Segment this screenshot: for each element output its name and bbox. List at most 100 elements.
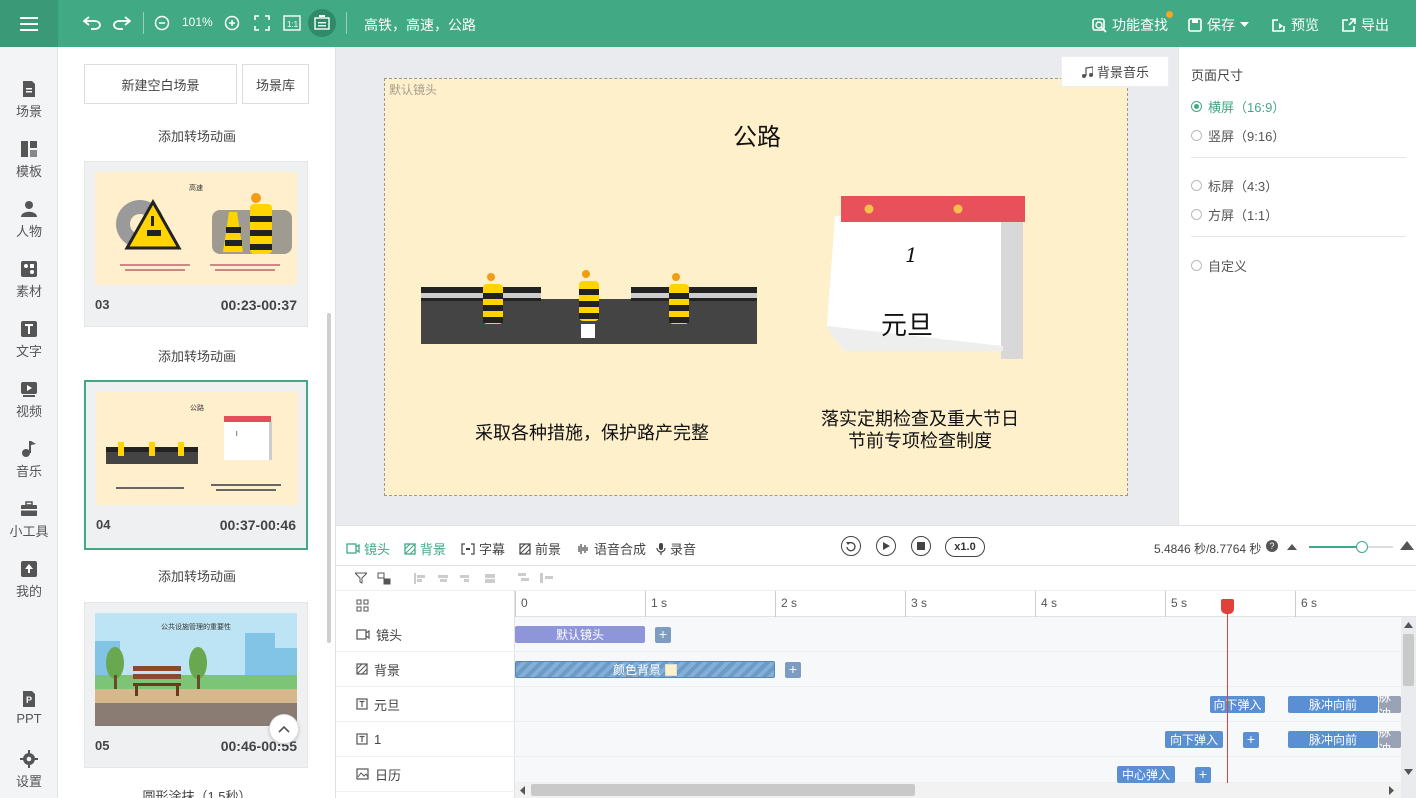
menu-button[interactable] xyxy=(0,0,58,47)
add-transition-link[interactable]: 添加转场动画 xyxy=(58,346,336,365)
scene-card[interactable]: 高速 03 00:23-00:37 xyxy=(84,161,308,327)
nav-tools[interactable]: 小工具 xyxy=(0,500,58,540)
zoom-slider[interactable] xyxy=(1309,546,1393,548)
fit-screen-icon[interactable] xyxy=(252,13,272,33)
scroll-up-icon[interactable] xyxy=(1404,622,1413,628)
scene-panel-scrollbar[interactable] xyxy=(327,313,331,643)
option-landscape[interactable]: 横屏（16:9） xyxy=(1191,97,1285,116)
nav-text[interactable]: 文字 xyxy=(0,320,58,360)
animation-clip[interactable]: 向下弹入 xyxy=(1210,696,1265,713)
subtitle-toggle-icon[interactable] xyxy=(308,9,336,37)
zoom-in-icon[interactable] xyxy=(222,13,242,33)
scroll-top-button[interactable] xyxy=(269,714,299,744)
upload-icon xyxy=(21,561,37,577)
track-label-calendar[interactable]: 日历 xyxy=(336,757,515,792)
new-blank-scene-button[interactable]: 新建空白场景 xyxy=(84,64,237,104)
stop-button[interactable] xyxy=(911,536,931,556)
scroll-right-icon[interactable] xyxy=(1389,786,1395,795)
option-square[interactable]: 方屏（1:1） xyxy=(1191,205,1278,224)
replay-button[interactable] xyxy=(841,536,861,556)
add-background-button[interactable]: + xyxy=(785,662,801,678)
timeline-ruler[interactable]: 0 1 s 2 s 3 s 4 s 5 s 6 s xyxy=(515,591,1416,617)
track-label-camera[interactable]: 镜头 xyxy=(336,617,515,652)
page-size-heading: 页面尺寸 xyxy=(1191,68,1244,83)
zoom-out-mountain-icon[interactable] xyxy=(1287,542,1297,550)
filter-icon[interactable] xyxy=(355,572,367,584)
play-button[interactable] xyxy=(876,536,896,556)
option-standard[interactable]: 标屏（4:3） xyxy=(1191,176,1278,195)
scene-card[interactable]: 公共设施管理的重要性 05 00:46-00:55 xyxy=(84,602,308,768)
undo-icon[interactable] xyxy=(82,13,102,33)
zoom-in-mountain-icon[interactable] xyxy=(1400,539,1414,550)
track-label-yuandan[interactable]: 元旦 xyxy=(336,687,515,722)
preview-button[interactable]: 预览 xyxy=(1271,15,1319,35)
redo-icon[interactable] xyxy=(112,13,132,33)
vertical-scrollbar[interactable] xyxy=(1403,634,1414,686)
scene-canvas[interactable]: 默认镜头 公路 1 元旦 采取各种措施，保护路产完整 落实定期检查及重大节日 节… xyxy=(384,78,1128,496)
export-icon xyxy=(1342,17,1356,32)
calendar-holiday[interactable]: 元旦 xyxy=(881,305,933,342)
add-camera-button[interactable]: + xyxy=(655,627,671,643)
tab-background[interactable]: 背景 xyxy=(404,539,446,558)
scroll-down-icon[interactable] xyxy=(1404,769,1413,775)
nav-materials-label: 素材 xyxy=(15,284,42,299)
tab-subtitle[interactable]: 字幕 xyxy=(461,539,505,558)
layer-sort-icon[interactable] xyxy=(377,572,391,585)
left-caption[interactable]: 采取各种措施，保护路产完整 xyxy=(475,419,709,445)
grid-toggle-icon[interactable] xyxy=(356,599,369,612)
scene-card-selected[interactable]: 公路 l 04 00:37-00:46 xyxy=(84,380,308,550)
nav-video[interactable]: 视频 xyxy=(0,380,58,420)
playhead-handle[interactable] xyxy=(1221,599,1234,614)
scene-panel: 新建空白场景 场景库 添加转场动画 高速 03 00:23-00:37 添加转场… xyxy=(58,47,336,798)
right-caption[interactable]: 落实定期检查及重大节日 节前专项检查制度 xyxy=(785,409,1055,453)
option-custom[interactable]: 自定义 xyxy=(1191,256,1247,275)
camera-clip[interactable]: 默认镜头 xyxy=(515,626,645,643)
nav-settings[interactable]: 设置 xyxy=(0,750,58,790)
animation-clip[interactable]: 中心弹入 xyxy=(1117,766,1175,783)
nav-mine[interactable]: 我的 xyxy=(0,560,58,600)
animation-clip[interactable]: 脉冲向前 xyxy=(1288,731,1378,748)
road-illustration[interactable] xyxy=(421,269,757,345)
scene-library-button[interactable]: 场景库 xyxy=(242,64,309,104)
ruler-label: 1 s xyxy=(651,596,668,610)
help-icon[interactable]: ? xyxy=(1266,540,1278,552)
nav-characters[interactable]: 人物 xyxy=(0,200,58,240)
track-label-background[interactable]: 背景 xyxy=(336,652,515,687)
speed-button[interactable]: x1.0 xyxy=(945,537,985,557)
add-animation-button[interactable]: + xyxy=(1195,767,1211,783)
nav-scenes[interactable]: 场景 xyxy=(0,80,58,120)
calendar-day[interactable]: 1 xyxy=(905,243,918,267)
background-music-button[interactable]: 背景音乐 xyxy=(1061,56,1169,87)
track-row-calendar: 中心弹入 + xyxy=(515,757,1401,783)
option-portrait[interactable]: 竖屏（9:16） xyxy=(1191,126,1285,145)
tab-camera[interactable]: 镜头 xyxy=(346,539,390,558)
zoom-slider-handle[interactable] xyxy=(1356,541,1368,553)
add-transition-link[interactable]: 添加转场动画 xyxy=(58,566,336,585)
tab-tts[interactable]: 语音合成 xyxy=(576,539,646,558)
tab-foreground[interactable]: 前景 xyxy=(519,539,561,558)
export-button[interactable]: 导出 xyxy=(1341,15,1389,35)
nav-templates[interactable]: 模板 xyxy=(0,140,58,180)
find-feature-button[interactable]: 功能查找 xyxy=(1092,15,1168,35)
transition-effect-label[interactable]: 圆形涂抹（1.5秒） xyxy=(58,786,336,798)
horizontal-scrollbar[interactable] xyxy=(531,784,915,796)
document-title[interactable]: 高铁，高速，公路 xyxy=(364,15,476,35)
add-animation-button[interactable]: + xyxy=(1243,732,1259,748)
animation-clip[interactable]: 脉冲 xyxy=(1379,696,1401,713)
add-transition-link[interactable]: 添加转场动画 xyxy=(58,126,336,145)
animation-clip[interactable]: 向下弹入 xyxy=(1165,731,1223,748)
nav-music[interactable]: 音乐 xyxy=(0,440,58,480)
scene-title[interactable]: 公路 xyxy=(385,117,1129,152)
animation-clip[interactable]: 脉冲向前 xyxy=(1288,696,1378,713)
save-button[interactable]: 保存 xyxy=(1188,15,1249,35)
track-label-one[interactable]: 1 xyxy=(336,722,515,757)
zoom-out-icon[interactable] xyxy=(152,13,172,33)
tab-recording[interactable]: 录音 xyxy=(656,539,696,558)
nav-ppt[interactable]: P PPT xyxy=(0,690,58,726)
actual-size-icon[interactable]: 1:1 xyxy=(282,13,302,33)
nav-materials[interactable]: 素材 xyxy=(0,260,58,300)
right-caption-line-1: 落实定期检查及重大节日 xyxy=(821,409,1019,430)
animation-clip[interactable]: 脉冲 xyxy=(1379,731,1401,748)
background-clip[interactable]: 颜色背景 xyxy=(515,661,775,678)
scroll-left-icon[interactable] xyxy=(520,786,526,795)
